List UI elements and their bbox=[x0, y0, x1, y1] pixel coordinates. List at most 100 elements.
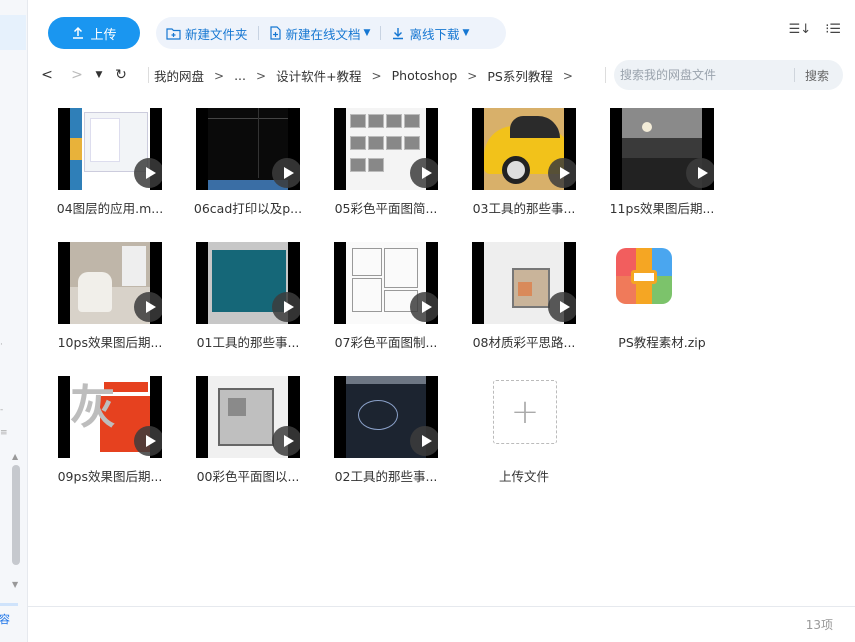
search-button[interactable]: 搜索 bbox=[795, 67, 843, 84]
play-icon bbox=[548, 158, 576, 188]
new-folder-label: 新建文件夹 bbox=[185, 26, 248, 42]
chevron-down-icon: ▼ bbox=[363, 28, 371, 38]
file-name: 01工具的那些事... bbox=[196, 335, 300, 350]
file-name: 04图层的应用.m... bbox=[56, 201, 164, 216]
new-online-doc-button[interactable]: 新建在线文档 ▼ bbox=[259, 17, 381, 49]
file-item[interactable]: 02工具的那些事... bbox=[304, 364, 438, 494]
file-item[interactable]: 05彩色平面图简... bbox=[304, 96, 438, 226]
upload-button-label: 上传 bbox=[90, 27, 117, 43]
breadcrumb-item[interactable]: 设计软件+教程 bbox=[276, 66, 361, 85]
sidebar-edge: · - ≡ ▲ ▼ 扩容 bbox=[0, 0, 28, 642]
breadcrumb-current[interactable]: PS系列教程 bbox=[487, 66, 552, 85]
app-window: · - ≡ ▲ ▼ 扩容 上传 新建文件夹 新建在线文档 ▼ bbox=[0, 0, 855, 642]
file-name: 11ps效果图后期... bbox=[609, 201, 715, 216]
file-item[interactable]: 灰 09ps效果图后期... bbox=[28, 364, 162, 494]
file-name: 09ps效果图后期... bbox=[57, 469, 163, 484]
download-icon bbox=[393, 28, 404, 40]
file-name: 00彩色平面图以... bbox=[196, 469, 300, 484]
file-grid: 04图层的应用.m... 06cad打印以及p... 05彩色平面图简... 0… bbox=[28, 96, 848, 601]
forward-icon[interactable]: > bbox=[66, 67, 88, 83]
plus-icon: + bbox=[493, 380, 557, 444]
play-icon bbox=[272, 158, 300, 188]
file-item[interactable]: 06cad打印以及p... bbox=[166, 96, 302, 226]
play-icon bbox=[686, 158, 714, 188]
file-item[interactable]: 10ps效果图后期... bbox=[28, 230, 162, 360]
file-name: 05彩色平面图简... bbox=[334, 201, 438, 216]
upload-file-tile[interactable]: + 上传文件 bbox=[458, 364, 590, 494]
doc-plus-icon bbox=[269, 26, 281, 40]
upload-button[interactable]: 上传 bbox=[48, 17, 140, 49]
divider bbox=[605, 67, 606, 83]
play-icon bbox=[134, 426, 162, 456]
view-controls: ☰↓ ⁝☰ bbox=[789, 22, 841, 37]
video-thumbnail bbox=[196, 376, 300, 458]
play-icon bbox=[272, 292, 300, 322]
status-bar: 13项 bbox=[28, 606, 855, 642]
refresh-icon[interactable]: ↻ bbox=[110, 67, 132, 83]
play-icon bbox=[410, 292, 438, 322]
sidebar-tick: ≡ bbox=[0, 428, 8, 438]
sidebar-scroll-up-icon[interactable]: ▲ bbox=[12, 452, 18, 461]
storage-bar bbox=[0, 603, 18, 606]
breadcrumb-separator: > bbox=[371, 68, 382, 83]
file-name: 08材质彩平思路... bbox=[472, 335, 576, 350]
sidebar-scrollbar-thumb[interactable] bbox=[12, 465, 20, 565]
play-icon bbox=[548, 292, 576, 322]
file-name: 03工具的那些事... bbox=[472, 201, 576, 216]
action-group: 新建文件夹 新建在线文档 ▼ 离线下载 ▼ bbox=[156, 17, 506, 49]
play-icon bbox=[410, 158, 438, 188]
view-mode-icon[interactable]: ⁝☰ bbox=[825, 22, 841, 37]
video-thumbnail bbox=[58, 108, 162, 190]
video-thumbnail bbox=[334, 108, 438, 190]
video-thumbnail bbox=[334, 376, 438, 458]
breadcrumb-item[interactable]: 我的网盘 bbox=[154, 66, 204, 85]
upload-icon bbox=[73, 26, 84, 39]
expand-storage-link[interactable]: 扩容 bbox=[0, 611, 10, 627]
file-item[interactable]: 07彩色平面图制... bbox=[304, 230, 438, 360]
file-item[interactable]: 08材质彩平思路... bbox=[442, 230, 576, 360]
file-item[interactable]: 03工具的那些事... bbox=[442, 96, 576, 226]
file-name: PS教程素材.zip bbox=[618, 335, 706, 350]
breadcrumb-item[interactable]: ... bbox=[234, 68, 246, 83]
navigation-bar: < > ▼ ↻ 我的网盘 > ... > 设计软件+教程 > Photoshop… bbox=[28, 60, 855, 90]
play-icon bbox=[134, 158, 162, 188]
sidebar-tick: · bbox=[0, 340, 3, 350]
video-thumbnail bbox=[610, 108, 714, 190]
video-thumbnail bbox=[196, 108, 300, 190]
thumbnail-glyph: 灰 bbox=[70, 380, 116, 434]
breadcrumb-separator: > bbox=[467, 68, 478, 83]
file-item[interactable]: 01工具的那些事... bbox=[166, 230, 300, 360]
sidebar-selected-item[interactable] bbox=[0, 15, 26, 50]
breadcrumb-item[interactable]: Photoshop bbox=[392, 68, 458, 83]
play-icon bbox=[272, 426, 300, 456]
breadcrumb-separator: > bbox=[256, 68, 267, 83]
file-item-zip[interactable]: PS教程素材.zip bbox=[580, 230, 712, 360]
file-item[interactable]: 00彩色平面图以... bbox=[166, 364, 300, 494]
video-thumbnail bbox=[472, 242, 576, 324]
sidebar-scroll-down-icon[interactable]: ▼ bbox=[12, 580, 18, 589]
video-thumbnail bbox=[472, 108, 576, 190]
sidebar-tick: - bbox=[0, 405, 4, 415]
breadcrumb: 我的网盘 > ... > 设计软件+教程 > Photoshop > PS系列教… bbox=[154, 66, 583, 85]
chevron-down-icon: ▼ bbox=[462, 28, 470, 38]
file-item[interactable]: 04图层的应用.m... bbox=[28, 96, 163, 226]
breadcrumb-separator: > bbox=[562, 68, 573, 83]
folder-plus-icon bbox=[166, 27, 181, 40]
breadcrumb-separator: > bbox=[214, 68, 225, 83]
video-thumbnail bbox=[196, 242, 300, 324]
video-thumbnail: 灰 bbox=[58, 376, 162, 458]
new-online-doc-label: 新建在线文档 bbox=[285, 26, 361, 42]
upload-file-label: 上传文件 bbox=[498, 469, 549, 484]
video-thumbnail bbox=[334, 242, 438, 324]
offline-download-button[interactable]: 离线下载 ▼ bbox=[381, 17, 479, 49]
divider bbox=[148, 67, 149, 83]
back-icon[interactable]: < bbox=[36, 67, 58, 83]
history-dropdown-icon[interactable]: ▼ bbox=[88, 70, 110, 80]
toolbar: 上传 新建文件夹 新建在线文档 ▼ 离线下载 ▼ ☰↓ ⁝☰ bbox=[28, 0, 855, 60]
sort-icon[interactable]: ☰↓ bbox=[789, 22, 812, 37]
file-name: 10ps效果图后期... bbox=[57, 335, 163, 350]
zip-archive-icon bbox=[616, 248, 672, 304]
search-input[interactable] bbox=[614, 68, 794, 82]
file-item[interactable]: 11ps效果图后期... bbox=[580, 96, 714, 226]
new-folder-button[interactable]: 新建文件夹 bbox=[156, 17, 258, 49]
